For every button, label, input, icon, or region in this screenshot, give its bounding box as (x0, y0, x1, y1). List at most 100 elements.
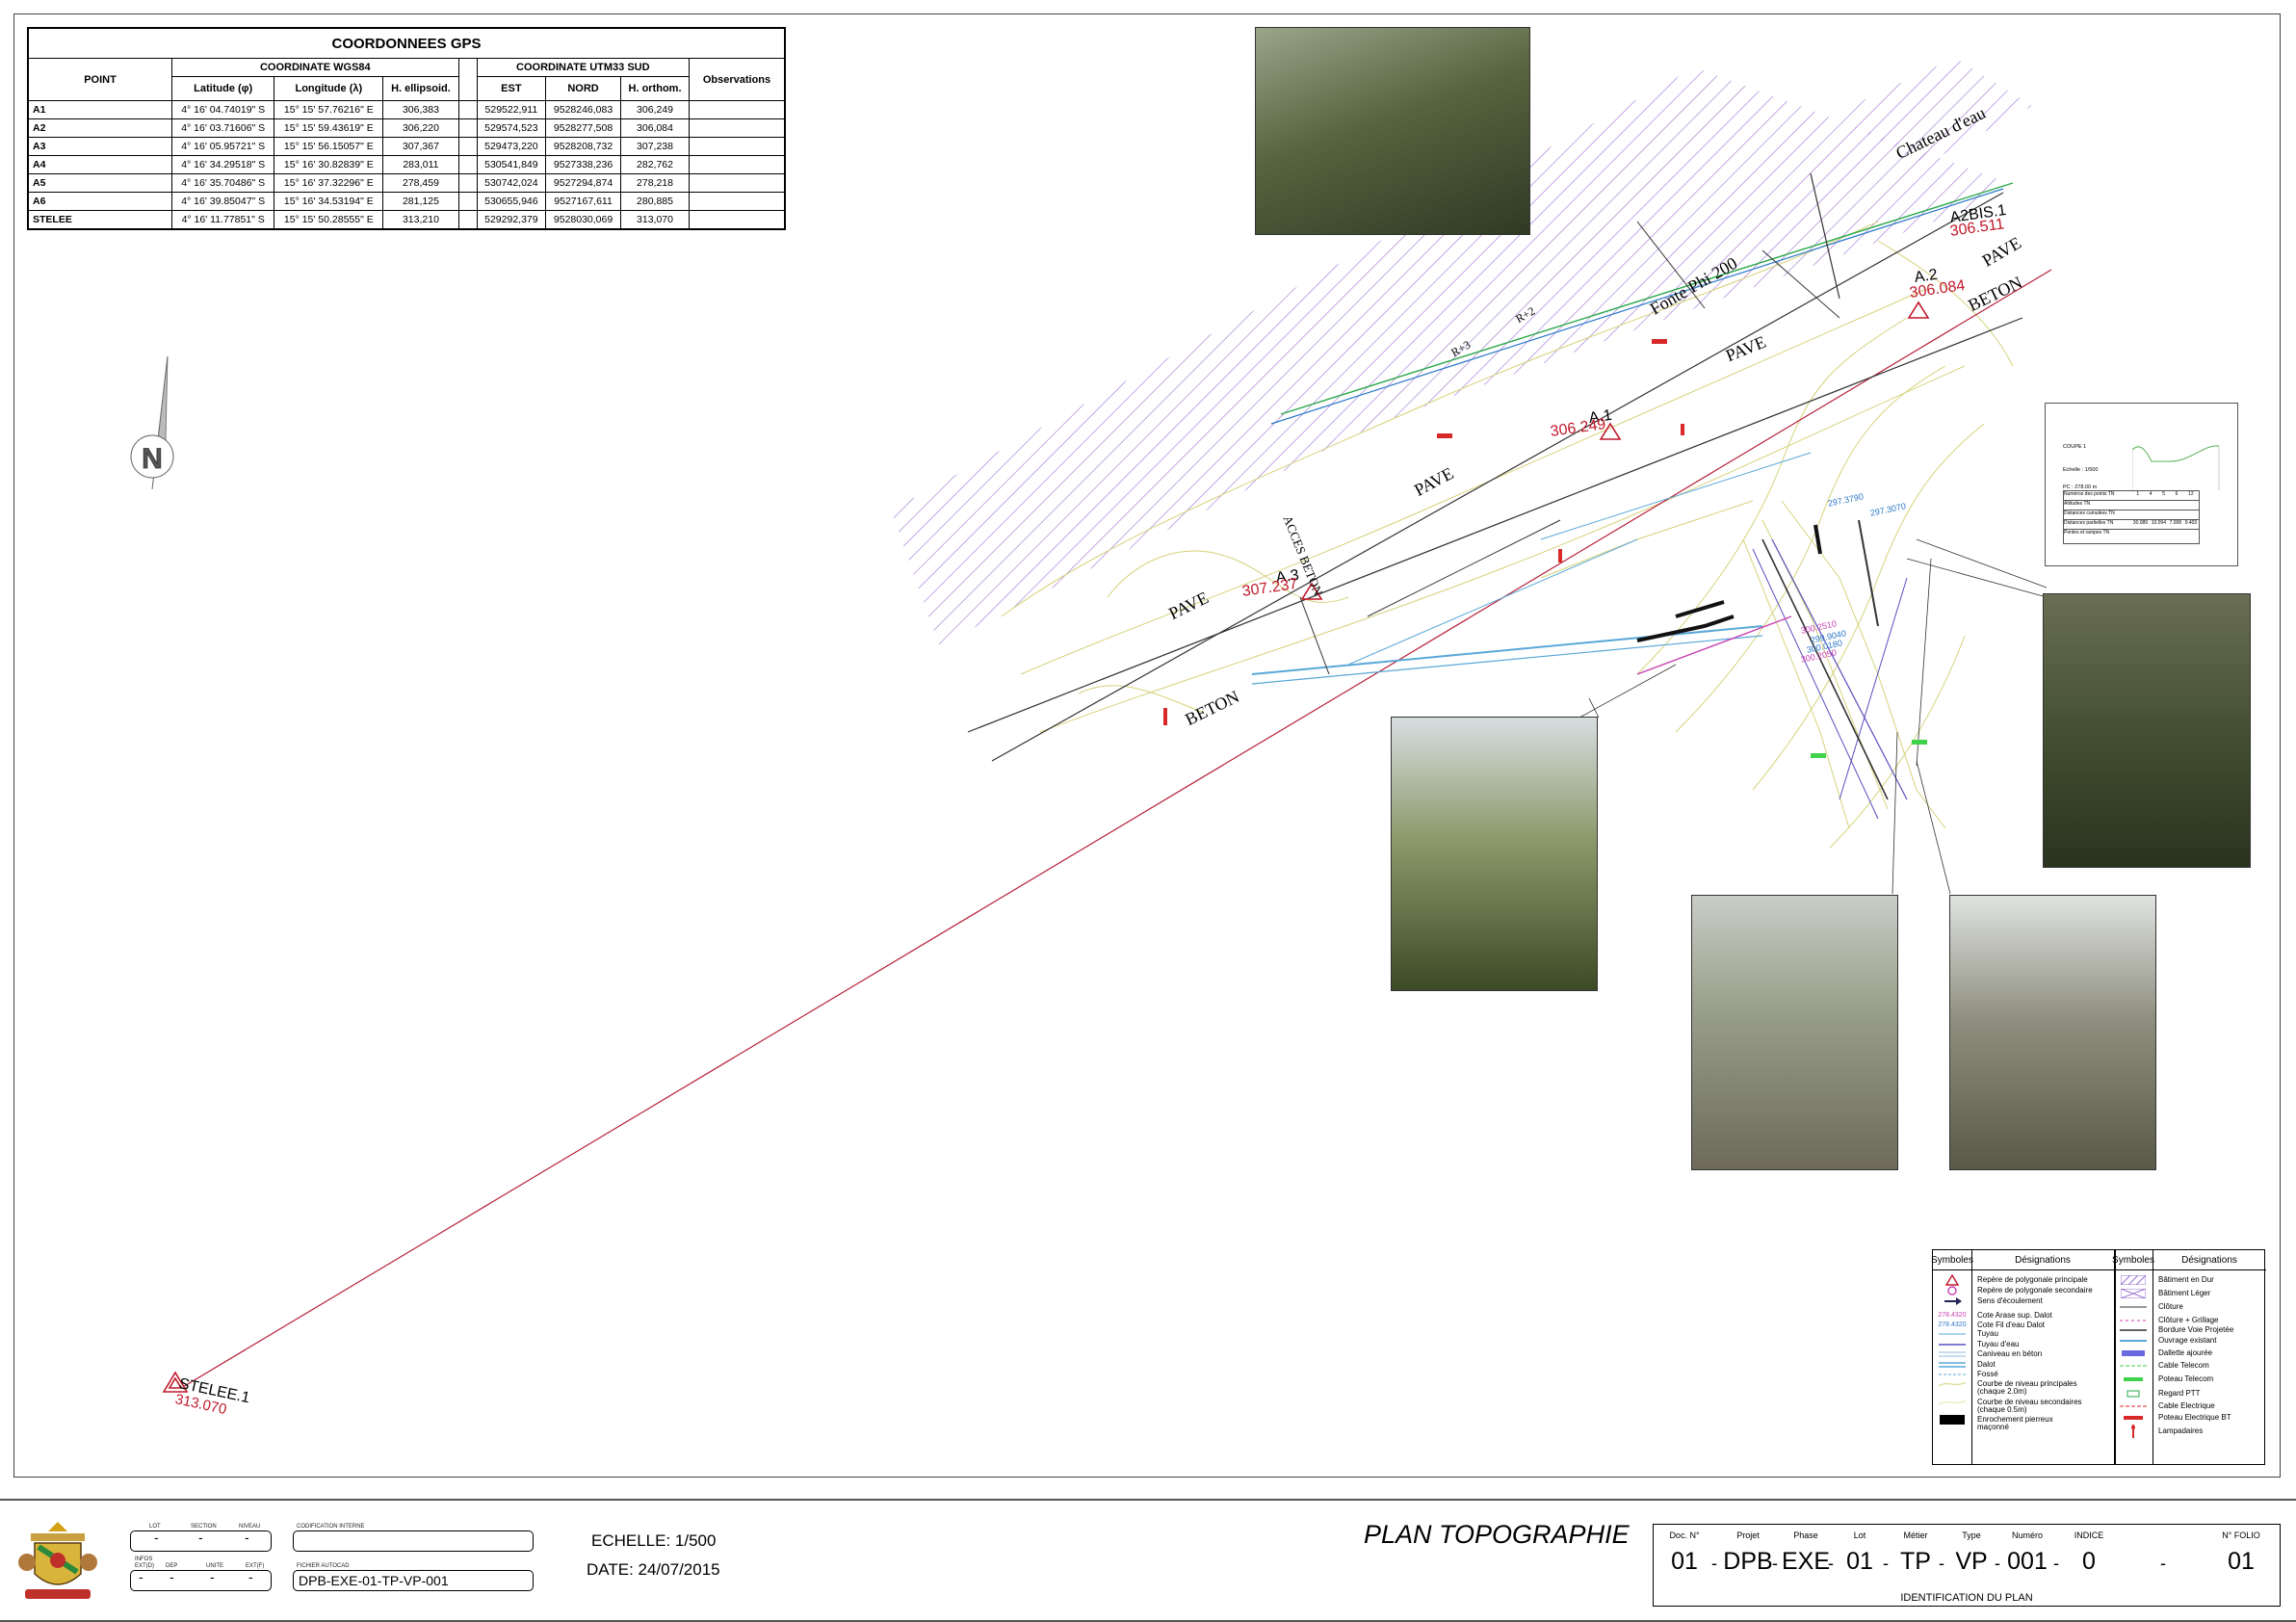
legend-label: Repère de polygonale principale (1977, 1275, 2088, 1284)
photo-leader-lines (1578, 538, 2048, 895)
legend-symbol-icon (2114, 1274, 2152, 1285)
section-row-label: Distances partielles TN (2064, 520, 2114, 526)
legend-label: Dalot (1977, 1360, 1996, 1369)
section-row-label: Altitudes TN (2064, 501, 2199, 510)
legend-symbol-icon (2114, 1288, 2152, 1298)
map-legend: Symboles Désignations Symboles Désignati… (1931, 1249, 2266, 1465)
lot-section-niveau-box: - - - (130, 1530, 272, 1552)
section-row-label: Distances cumulées TN (2064, 510, 2199, 520)
plan-title: PLAN TOPOGRAPHIE (1364, 1520, 1630, 1549)
legend-item: Sens d'écoulement (1933, 1295, 2043, 1306)
legend-label: Repère de polygonale secondaire (1977, 1286, 2093, 1295)
legend-label: Ouvrage existant (2158, 1336, 2217, 1345)
legend-item: Repère de polygonale principale (1933, 1273, 2088, 1286)
legend-label: Fossé (1977, 1370, 1998, 1378)
code-header: Numéro (2011, 1530, 2043, 1540)
legend-label: Bâtiment en Dur (2158, 1275, 2214, 1284)
legend-symbol-icon (2114, 1403, 2152, 1409)
section-title: COUPE 1 (2063, 444, 2087, 450)
fichier-autocad-field: DPB-EXE-01-TP-VP-001 (293, 1570, 534, 1591)
legend-label: Bâtiment Léger (2158, 1289, 2211, 1297)
code-separator: - (2053, 1554, 2059, 1573)
legend-item: Cable Telecom (2114, 1360, 2209, 1371)
site-photo (1949, 895, 2156, 1170)
legend-label: Poteau Electrique BT (2158, 1413, 2231, 1422)
code-value: 01 (1671, 1548, 1698, 1575)
infos-box: - - - - (130, 1569, 272, 1591)
legend-label: Regard PTT (2158, 1389, 2201, 1398)
road-lines (182, 172, 2052, 1388)
legend-symbol-icon (1933, 1372, 1971, 1377)
site-photo (1391, 717, 1598, 991)
code-value: 01 (2228, 1548, 2255, 1575)
legend-symbol-icon (2114, 1424, 2152, 1438)
coat-of-arms-logo (18, 1522, 97, 1599)
plan-identification-box: Doc. N° 01- Projet DPB - Phase EXE - Lot 01- Métie… (1653, 1524, 2281, 1607)
legend-symbol-icon (2114, 1363, 2152, 1369)
legend-symbol-icon (1933, 1350, 1971, 1358)
legend-symbol-icon (2114, 1338, 2152, 1344)
code-value: EXE (1781, 1548, 1831, 1575)
field-label-fichier: FICHIER AUTOCAD (297, 1563, 350, 1569)
legend-item: maçonné (1933, 1422, 2009, 1432)
code-separator: - (2160, 1554, 2166, 1573)
scale-text: ECHELLE: 1/500 (591, 1531, 717, 1550)
legend-symbol-icon (1933, 1295, 1971, 1307)
code-value: TP (1900, 1548, 1931, 1575)
legend-label: Dallette ajourée (2158, 1348, 2213, 1357)
legend-item: Cable Electrique (2114, 1400, 2215, 1411)
legend-label: Sens d'écoulement (1977, 1296, 2043, 1305)
site-photo (1255, 27, 1530, 235)
code-header: Doc. N° (1669, 1530, 1700, 1540)
legend-label: Bordure Voie Projetée (2158, 1325, 2234, 1334)
legend-label: Clôture + Grillage (2158, 1316, 2219, 1324)
identification-label: IDENTIFICATION DU PLAN (1900, 1592, 2033, 1604)
legend-item: Poteau Electrique BT (2114, 1412, 2231, 1423)
code-header: INDICE (2074, 1530, 2104, 1540)
field-label-extd: EXT(D) (135, 1563, 154, 1569)
legend-symbol-icon (2114, 1349, 2152, 1357)
code-header: N° FOLIO (2222, 1530, 2260, 1540)
legend-label: Cote Arase sup. Dalot (1977, 1311, 2052, 1320)
legend-item: Tuyau (1933, 1328, 1998, 1339)
code-header: Lot (1853, 1530, 1866, 1540)
legend-item: Poteau Telecom (2114, 1373, 2213, 1384)
field-label-infos: INFOS (135, 1557, 153, 1562)
legend-item: Dallette ajourée (2114, 1347, 2212, 1358)
legend-symbol-icon (1933, 1342, 1971, 1347)
date-text: DATE: 24/07/2015 (587, 1560, 720, 1579)
field-label-niveau: NIVEAU (239, 1524, 261, 1530)
field-label-unite: UNITE (206, 1563, 223, 1569)
legend-symbol-icon: 278.4320 (1938, 1321, 1967, 1328)
legend-label: (chaque 2.0m) (1977, 1387, 2027, 1396)
legend-item: Clôture (2114, 1301, 2183, 1312)
legend-label: Poteau Telecom (2158, 1374, 2214, 1383)
legend-symbol-icon (2114, 1375, 2152, 1383)
site-photo (1691, 895, 1898, 1170)
legend-item: Caniveau en béton (1933, 1348, 2042, 1359)
legend-item: Lampadaires (2114, 1424, 2204, 1438)
legend-item: Bordure Voie Projetée (2114, 1324, 2233, 1335)
section-scale: Echelle : 1/500 (2063, 467, 2099, 473)
field-label-codification: CODIFICATION INTERNE (297, 1524, 365, 1530)
legend-header-symbols: Symboles (1931, 1250, 1973, 1270)
legend-symbol-icon (2114, 1304, 2152, 1310)
field-label-section: SECTION (191, 1524, 217, 1530)
legend-symbol-icon (2114, 1390, 2152, 1398)
codification-box (293, 1530, 534, 1552)
legend-label: Cable Electrique (2158, 1401, 2215, 1410)
legend-item: Bâtiment Léger (2114, 1288, 2210, 1298)
legend-symbol-icon (1933, 1361, 1971, 1369)
section-profile-coupe: COUPE 1 Echelle : 1/500 PC : 278.00 m Nu… (2045, 403, 2238, 566)
code-value: DPB (1723, 1548, 1773, 1575)
legend-symbol-icon (2114, 1327, 2152, 1333)
legend-label: Caniveau en béton (1977, 1349, 2043, 1358)
legend-label: maçonné (1977, 1423, 2009, 1431)
legend-symbol-icon (2114, 1414, 2152, 1422)
legend-header-symbols: Symboles (2112, 1250, 2154, 1270)
legend-symbol-icon (1933, 1331, 1971, 1337)
legend-label: Lampadaires (2158, 1426, 2204, 1435)
legend-header-designations: Désignations (2152, 1250, 2266, 1270)
code-separator: - (1711, 1554, 1717, 1573)
title-block: LOT SECTION NIVEAU - - - INFOS EXT(D) DE… (0, 1499, 2296, 1622)
